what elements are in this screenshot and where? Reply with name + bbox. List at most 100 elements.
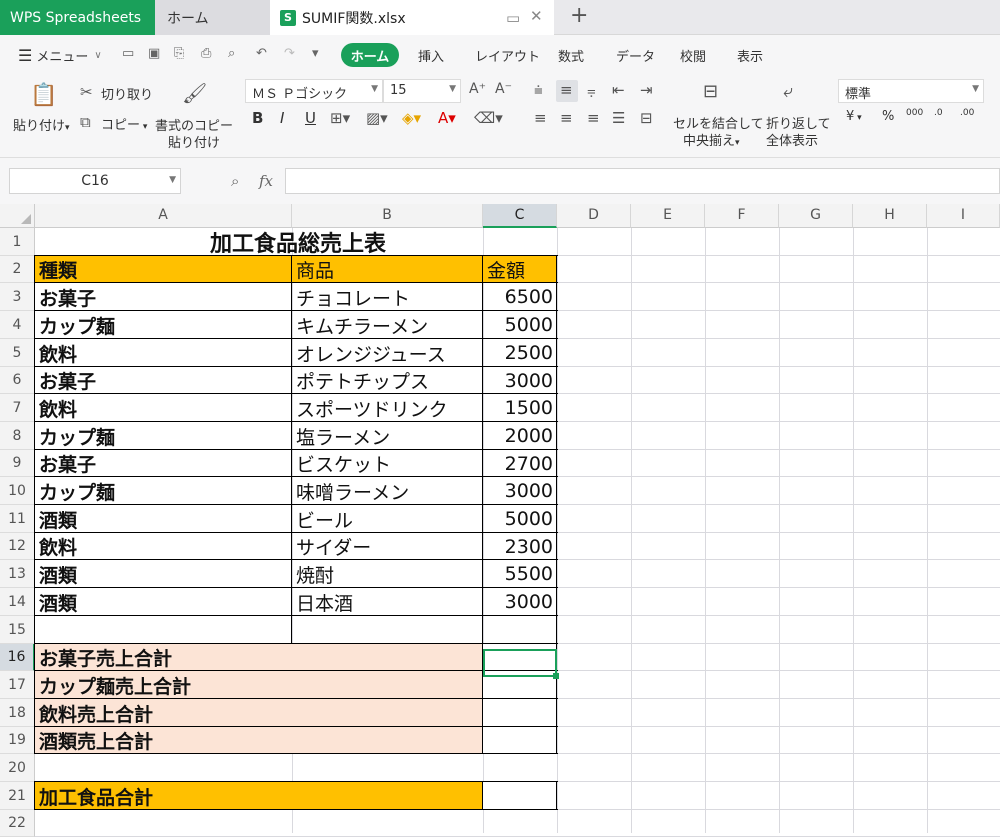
print-icon[interactable]: ⎙ [201,46,211,61]
active-cell-c16[interactable] [483,649,559,679]
product-cell[interactable]: 味噌ラーメン [292,477,483,505]
row-header[interactable]: 19 [0,727,35,754]
copy-button[interactable]: コピー ▾ [101,114,147,133]
category-cell[interactable]: 飲料 [35,339,292,367]
undo-icon[interactable]: ↶ [256,46,267,61]
row-header[interactable]: 11 [0,505,35,533]
subtotal-label-cell[interactable]: カップ麺売上合計 [35,671,483,699]
amount-cell[interactable]: 1500 [483,394,557,422]
header-cell[interactable]: 種類 [35,256,292,283]
category-cell[interactable]: カップ麺 [35,477,292,505]
category-cell[interactable]: 酒類 [35,588,292,616]
name-box[interactable]: C16 ▼ [9,168,181,194]
column-header-h[interactable]: H [853,204,927,228]
merge-center-button[interactable]: 中央揃え▾ [683,130,740,149]
column-header-g[interactable]: G [779,204,853,228]
indent-decrease-icon[interactable]: ⇤ [612,81,625,99]
tab-view[interactable]: 表示 [737,35,763,75]
file-tab[interactable]: S SUMIF関数.xlsx ▭ ✕ [270,0,554,35]
open-folder-icon[interactable]: ▭ [122,46,134,61]
column-header-i[interactable]: I [927,204,1000,228]
amount-cell[interactable]: 5500 [483,560,557,588]
column-header-e[interactable]: E [631,204,705,228]
row-header[interactable]: 10 [0,477,35,505]
product-cell[interactable]: 塩ラーメン [292,422,483,450]
underline-button[interactable]: U [305,109,316,127]
function-icon[interactable]: fx [259,172,273,190]
row-header[interactable]: 1 [0,228,35,256]
customize-icon[interactable]: ▾ [312,46,319,61]
row-header[interactable]: 8 [0,422,35,450]
row-header[interactable]: 14 [0,588,35,616]
product-cell[interactable]: サイダー [292,533,483,560]
format-painter-icon[interactable]: 🖌 [182,81,207,105]
category-cell[interactable]: 酒類 [35,505,292,533]
align-top-icon[interactable]: ⩧ [534,81,543,99]
product-cell[interactable]: 焼酎 [292,560,483,588]
grand-total-label-cell[interactable]: 加工食品合計 [35,782,483,810]
formula-input[interactable] [285,168,1000,194]
row-header[interactable]: 20 [0,754,35,782]
tab-review[interactable]: 校閲 [680,35,706,75]
product-cell[interactable]: ポテトチップス [292,367,483,394]
paste-button[interactable]: 貼り付け▾ [13,115,70,134]
align-left-icon[interactable]: ≡ [534,109,547,127]
amount-cell[interactable]: 2500 [483,339,557,367]
zoom-icon[interactable]: ⌕ [231,172,239,190]
row-header[interactable]: 12 [0,533,35,560]
amount-cell[interactable]: 5000 [483,505,557,533]
product-cell[interactable]: チョコレート [292,283,483,311]
row-header[interactable]: 13 [0,560,35,588]
align-center-icon[interactable]: ≡ [560,109,573,127]
category-cell[interactable]: お菓子 [35,367,292,394]
close-tab-icon[interactable]: ✕ [530,7,543,25]
category-cell[interactable]: カップ麺 [35,422,292,450]
select-all-corner[interactable] [0,204,35,228]
indent-increase-icon[interactable]: ⇥ [640,81,653,99]
product-cell[interactable]: ビスケット [292,450,483,477]
justify-icon[interactable]: ☰ [612,109,625,127]
column-header-c[interactable]: C [483,204,557,228]
header-cell[interactable]: 金額 [483,256,557,283]
align-bottom-icon[interactable]: ⩦ [587,81,596,99]
fill-pattern-icon[interactable]: ▨▾ [366,109,388,127]
app-tab[interactable]: WPS Spreadsheets [0,0,155,35]
print-preview-icon[interactable]: ⌕ [228,46,235,61]
product-cell[interactable]: オレンジジュース [292,339,483,367]
export-icon[interactable]: ⎘ [174,46,184,61]
tab-layout[interactable]: レイアウト [475,35,540,75]
distributed-icon[interactable]: ⊟ [640,109,653,127]
row-header[interactable]: 17 [0,671,35,699]
fill-color-icon[interactable]: ◈▾ [402,109,421,127]
save-icon[interactable]: ▣ [148,46,160,61]
font-size-select[interactable]: 15 ▼ [383,79,461,103]
row-header[interactable]: 18 [0,699,35,727]
thousands-button[interactable]: 000 [906,108,923,118]
clear-format-icon[interactable]: ⌫▾ [474,109,503,127]
row-header[interactable]: 15 [0,616,35,644]
category-cell[interactable]: お菓子 [35,283,292,311]
amount-cell[interactable]: 2700 [483,450,557,477]
amount-cell[interactable]: 3000 [483,477,557,505]
window-icon[interactable]: ▭ [506,9,520,27]
row-header[interactable]: 7 [0,394,35,422]
subtotal-label-cell[interactable]: 酒類売上合計 [35,727,483,754]
grand-total-value-cell[interactable] [483,782,557,810]
row-header[interactable]: 4 [0,311,35,339]
column-header-d[interactable]: D [557,204,631,228]
wrap-text-icon[interactable]: ⤶ [783,81,793,102]
amount-cell[interactable]: 5000 [483,311,557,339]
redo-icon[interactable]: ↷ [284,46,295,61]
increase-font-icon[interactable]: A⁺ [469,81,486,97]
merge-cells-icon[interactable]: ⊟ [703,81,718,102]
category-cell[interactable]: カップ麺 [35,311,292,339]
decrease-font-icon[interactable]: A⁻ [495,81,512,97]
product-cell[interactable]: キムチラーメン [292,311,483,339]
paste-icon[interactable]: 📋 [30,83,57,108]
amount-cell[interactable]: 3000 [483,367,557,394]
subtotal-label-cell[interactable]: お菓子売上合計 [35,644,483,671]
home-tab[interactable]: ホーム [155,0,270,35]
amount-cell[interactable]: 6500 [483,283,557,311]
main-menu-button[interactable]: ☰ メニュー ∨ [18,35,102,75]
category-cell[interactable]: 飲料 [35,394,292,422]
